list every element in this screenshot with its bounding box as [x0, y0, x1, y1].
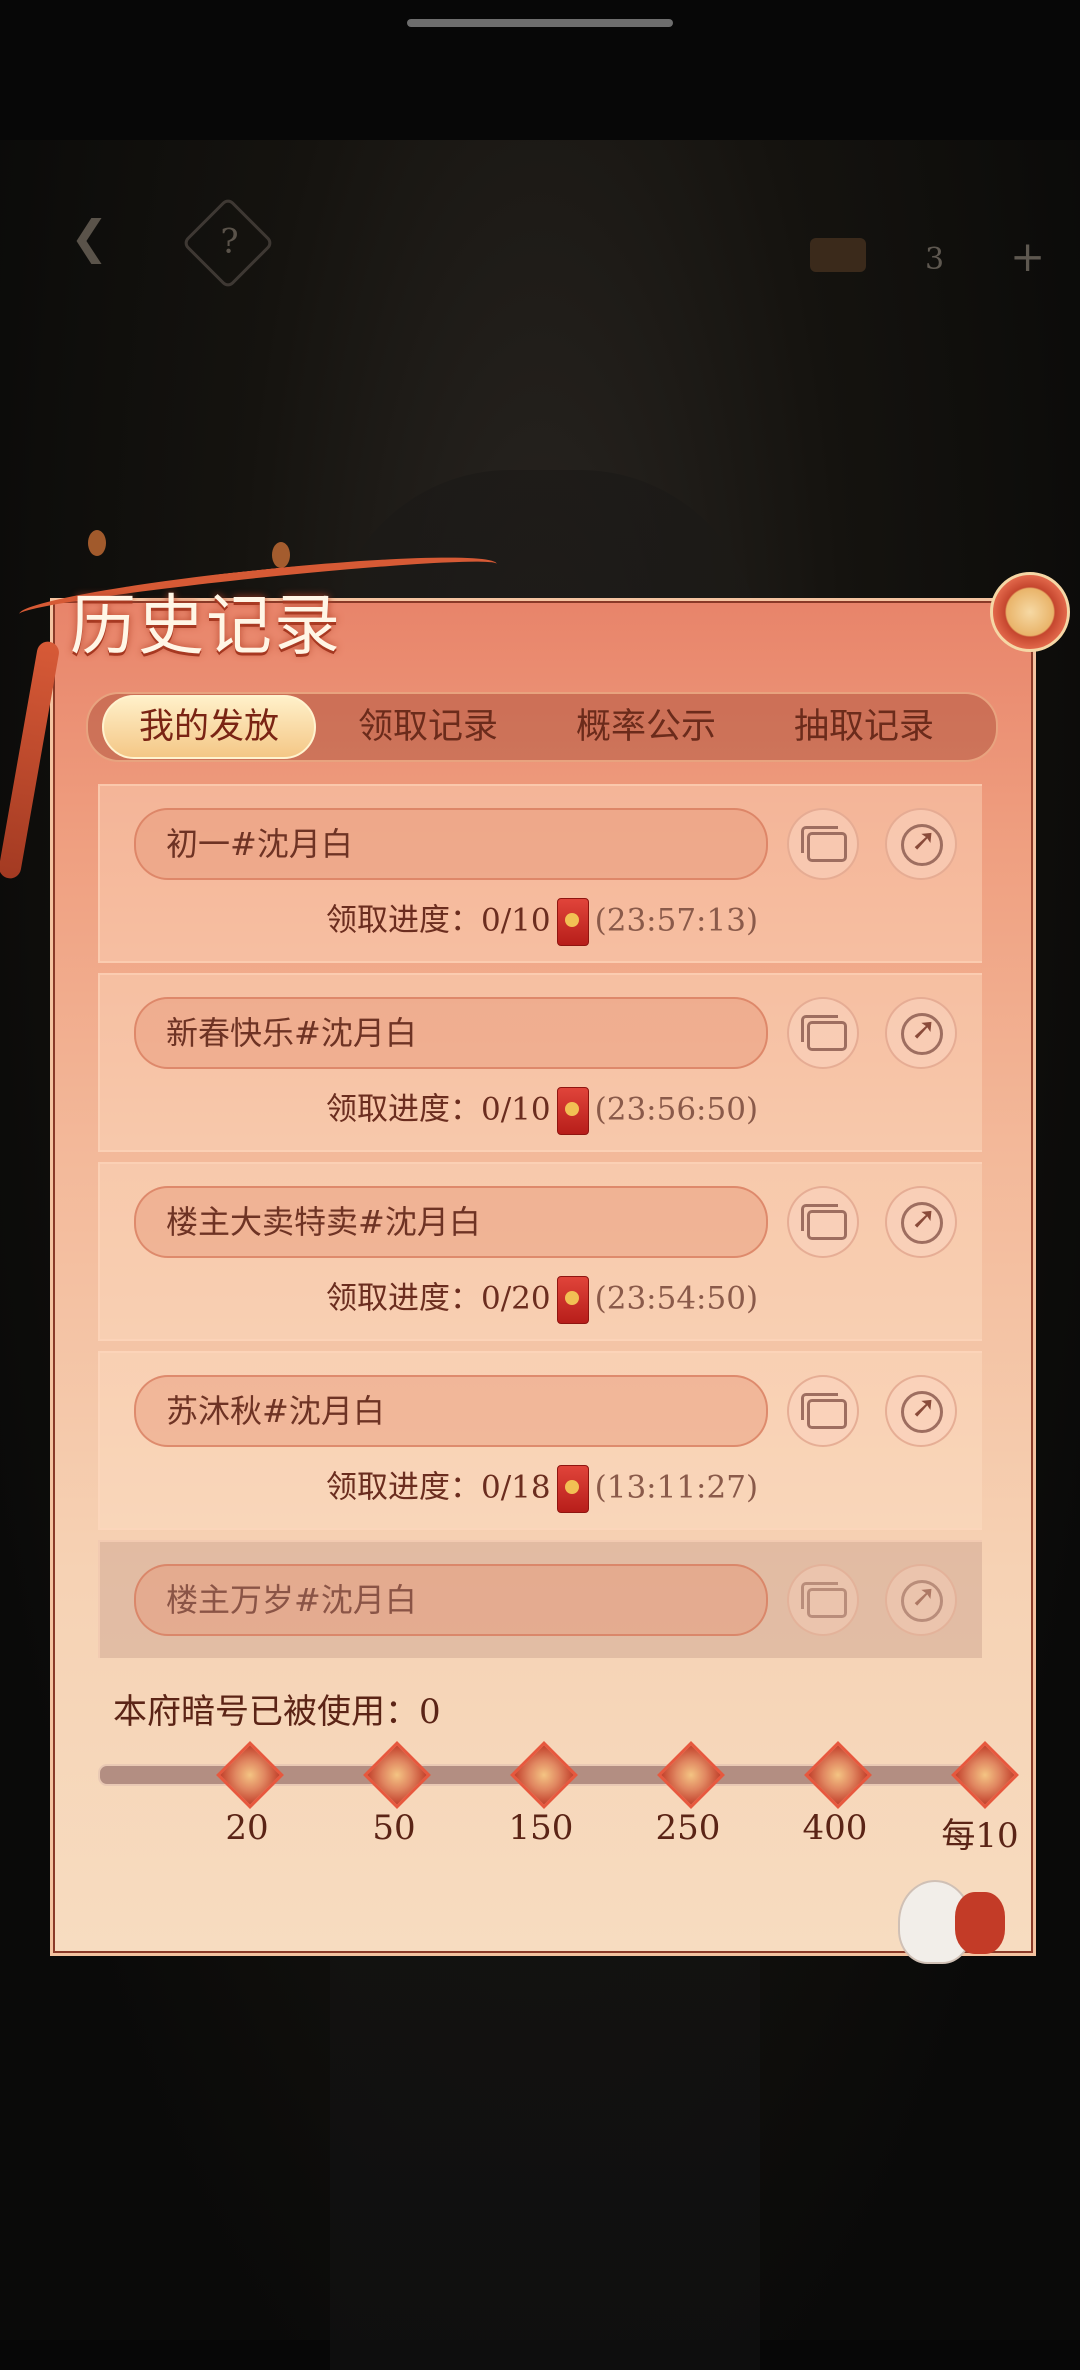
red-envelope-icon	[556, 1465, 589, 1513]
copy-icon	[801, 1393, 847, 1429]
record-name: 苏沐秋#沈月白	[166, 1392, 385, 1430]
milestone-label: 150	[508, 1808, 574, 1848]
copy-button[interactable]	[787, 1375, 859, 1447]
record-name: 初一#沈月白	[166, 825, 353, 863]
share-icon	[901, 823, 943, 866]
record-card: 新春快乐#沈月白 领取进度：0/10(23:56:50)	[98, 973, 982, 1152]
countdown-timer: (23:56:50)	[594, 1091, 759, 1128]
currency-count: 3	[925, 242, 945, 277]
record-list[interactable]: 初一#沈月白 领取进度：0/10(23:57:13) 新春快乐#沈月白 领取进度…	[98, 784, 982, 1658]
copy-button[interactable]	[787, 1186, 859, 1258]
countdown-timer: (13:11:27)	[594, 1469, 759, 1506]
copy-icon	[801, 826, 847, 862]
tab-my-distribution[interactable]: 我的发放	[102, 695, 316, 759]
tab-claim-records[interactable]: 领取记录	[328, 694, 528, 760]
share-button[interactable]	[885, 1375, 957, 1447]
milestone-label: 每10	[941, 1816, 1019, 1856]
code-usage-label: 本府暗号已被使用：0	[113, 1692, 441, 1732]
copy-button[interactable]	[787, 808, 859, 880]
share-icon	[901, 1201, 943, 1244]
progress-value: 0/10	[481, 1091, 551, 1128]
record-name-field: 苏沐秋#沈月白	[134, 1375, 768, 1447]
milestone-label: 250	[655, 1808, 721, 1848]
copy-icon	[801, 1582, 847, 1618]
record-name: 楼主大卖特卖#沈月白	[166, 1203, 481, 1241]
record-card: 初一#沈月白 领取进度：0/10(23:57:13)	[98, 784, 982, 963]
milestone-label: 50	[372, 1808, 416, 1848]
record-card: 楼主万岁#沈月白	[98, 1540, 982, 1658]
record-card: 苏沐秋#沈月白 领取进度：0/18(13:11:27)	[98, 1351, 982, 1530]
tab-draw-records[interactable]: 抽取记录	[764, 694, 964, 760]
record-card: 楼主大卖特卖#沈月白 领取进度：0/20(23:54:50)	[98, 1162, 982, 1341]
share-icon	[901, 1579, 943, 1622]
progress-value: 0/10	[481, 902, 551, 939]
red-envelope-icon	[556, 898, 589, 946]
record-name-field: 楼主万岁#沈月白	[134, 1564, 768, 1636]
share-icon	[901, 1012, 943, 1055]
milestone-label: 400	[802, 1808, 868, 1848]
lantern-decoration	[88, 530, 106, 556]
countdown-timer: (23:54:50)	[594, 1280, 759, 1317]
copy-button[interactable]	[787, 1564, 859, 1636]
share-button[interactable]	[885, 1564, 957, 1636]
countdown-timer: (23:57:13)	[594, 902, 759, 939]
record-name-field: 初一#沈月白	[134, 808, 768, 880]
claim-progress: 领取进度：0/20 (23:54:50)	[326, 1276, 759, 1324]
claim-progress: 领取进度：0/10 (23:56:50)	[326, 1087, 759, 1135]
treasure-chest-icon	[810, 238, 866, 272]
copy-icon	[801, 1015, 847, 1051]
red-envelope-icon	[556, 1087, 589, 1135]
share-button[interactable]	[885, 808, 957, 880]
close-ornament-button[interactable]	[990, 572, 1070, 652]
share-button[interactable]	[885, 997, 957, 1069]
code-usage-count: 0	[419, 1692, 441, 1732]
milestone-label: 20	[225, 1808, 269, 1848]
panel-title: 历史记录	[70, 587, 342, 664]
progress-value: 0/20	[481, 1280, 551, 1317]
lantern-decoration	[272, 542, 290, 568]
record-name-field: 楼主大卖特卖#沈月白	[134, 1186, 768, 1258]
tab-probability[interactable]: 概率公示	[546, 694, 746, 760]
copy-icon	[801, 1204, 847, 1240]
back-arrow-icon[interactable]: ❮	[70, 210, 150, 270]
copy-button[interactable]	[787, 997, 859, 1069]
record-name: 新春快乐#沈月白	[166, 1014, 417, 1052]
add-currency-button[interactable]: +	[1010, 232, 1045, 281]
share-icon	[901, 1390, 943, 1433]
record-name-field: 新春快乐#沈月白	[134, 997, 768, 1069]
progress-value: 0/18	[481, 1469, 551, 1506]
claim-progress: 领取进度：0/18 (13:11:27)	[326, 1465, 759, 1513]
record-name: 楼主万岁#沈月白	[166, 1581, 417, 1619]
share-button[interactable]	[885, 1186, 957, 1258]
lucky-bag-icon	[955, 1892, 1005, 1954]
red-envelope-icon	[556, 1276, 589, 1324]
claim-progress: 领取进度：0/10 (23:57:13)	[326, 898, 759, 946]
tab-bar: 我的发放 领取记录 概率公示 抽取记录	[86, 692, 998, 762]
home-indicator	[407, 19, 673, 27]
